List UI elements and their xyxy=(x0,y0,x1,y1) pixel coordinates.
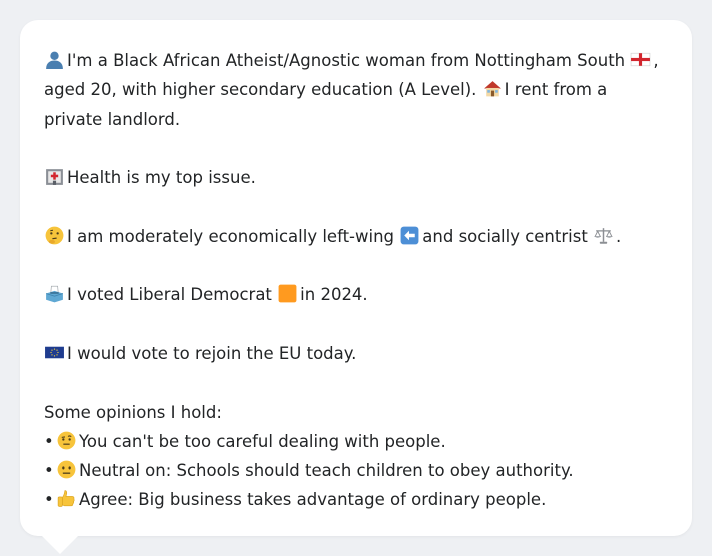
vote-text-part2: in 2024. xyxy=(300,285,368,305)
economics-paragraph: I am moderately economically left-wing a… xyxy=(44,222,668,251)
opinions-list: • You can't be too careful dealing with p… xyxy=(44,427,668,515)
england-flag-icon xyxy=(630,49,651,70)
list-item: • You can't be too careful dealing with p… xyxy=(44,427,668,456)
bullet: • xyxy=(44,461,54,481)
thumbs-up-icon xyxy=(56,488,77,509)
raised-eyebrow-face-icon xyxy=(56,430,77,451)
opinion-text: You can't be too careful dealing with pe… xyxy=(79,431,446,451)
opinion-text: Neutral on: Schools should teach childre… xyxy=(79,461,574,481)
eu-text: I would vote to rejoin the EU today. xyxy=(67,343,357,363)
economics-text-part3: . xyxy=(616,226,622,246)
health-paragraph: Health is my top issue. xyxy=(44,163,668,192)
vote-text-part1: I voted Liberal Democrat xyxy=(67,285,272,305)
opinions-heading: Some opinions I hold: xyxy=(44,402,222,422)
hospital-icon xyxy=(44,166,65,187)
orange-square-icon xyxy=(277,283,298,304)
list-item: • Agree: Big business takes advantage of … xyxy=(44,485,668,514)
economics-text-part2: and socially centrist xyxy=(422,226,588,246)
eu-flag-icon xyxy=(44,342,65,363)
bullet: • xyxy=(44,490,54,510)
thinking-face-icon xyxy=(44,225,65,246)
bio-text-part1: I'm a Black African Atheist/Agnostic wom… xyxy=(67,51,626,70)
list-item: • Neutral on: Schools should teach childr… xyxy=(44,456,668,485)
ballot-box-icon xyxy=(44,283,65,304)
vote-paragraph: I voted Liberal Democrat in 2024. xyxy=(44,280,668,309)
balance-scale-icon xyxy=(593,225,614,246)
bust-in-silhouette-icon xyxy=(44,49,65,70)
house-icon xyxy=(482,78,503,99)
eu-paragraph: I would vote to rejoin the EU today. xyxy=(44,339,668,368)
bio-paragraph: I'm a Black African Atheist/Agnostic wom… xyxy=(44,46,668,134)
neutral-face-icon xyxy=(56,459,77,480)
health-text: Health is my top issue. xyxy=(67,168,256,188)
bubble-tail xyxy=(40,534,80,554)
bullet: • xyxy=(44,431,54,451)
economics-text-part1: I am moderately economically left-wing xyxy=(67,226,395,246)
left-arrow-icon xyxy=(399,225,420,246)
message-bubble: I'm a Black African Atheist/Agnostic wom… xyxy=(20,20,692,536)
opinion-text: Agree: Big business takes advantage of o… xyxy=(79,490,547,510)
